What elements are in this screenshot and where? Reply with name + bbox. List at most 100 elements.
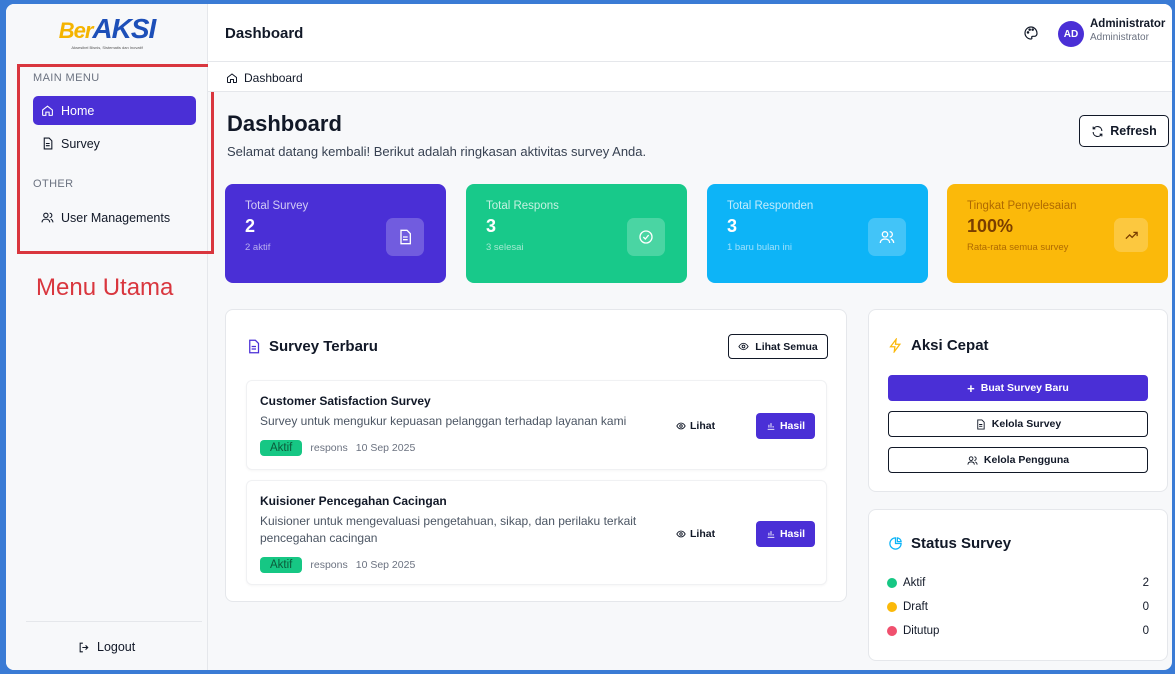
recent-surveys-title: Survey Terbaru	[246, 338, 378, 355]
users-icon	[868, 218, 906, 256]
pie-chart-icon	[889, 537, 902, 550]
logo-main-text: AKSI	[92, 13, 156, 44]
palette-icon[interactable]	[1023, 25, 1039, 41]
document-icon	[977, 418, 985, 430]
sidebar-item-home[interactable]: Home	[33, 96, 196, 125]
sidebar: BerAKSI Aksesibel Bisnis, Sistematis dan…	[6, 4, 208, 670]
view-all-label: Lihat Semua	[755, 340, 818, 353]
create-survey-label: Buat Survey Baru	[980, 382, 1069, 394]
status-dot	[887, 578, 897, 588]
view-label: Lihat	[690, 528, 716, 540]
logout-icon	[79, 642, 89, 652]
create-survey-button[interactable]: + Buat Survey Baru	[888, 375, 1148, 401]
stat-label: Tingkat Penyelesaian	[967, 200, 1077, 212]
home-icon	[42, 105, 53, 116]
sidebar-item-label: Survey	[61, 136, 100, 151]
survey-description: Survey untuk mengukur kepuasan pelanggan…	[260, 414, 627, 428]
status-row-draft: Draft 0	[887, 601, 1149, 613]
survey-date: 10 Sep 2025	[355, 559, 416, 571]
survey-date: 10 Sep 2025	[355, 442, 416, 454]
logout-button[interactable]: Logout	[78, 640, 135, 654]
logo-tagline: Aksesibel Bisnis, Sistematis dan Inovati…	[71, 45, 143, 50]
plus-icon: +	[967, 380, 975, 396]
stat-card-total-respons: Total Respons 3 3 selesai	[466, 184, 687, 283]
home-icon	[227, 73, 237, 83]
stat-label: Total Responden	[727, 200, 814, 212]
manage-survey-label: Kelola Survey	[991, 418, 1062, 430]
stat-card-tingkat-penyelesaian: Tingkat Penyelesaian 100% Rata-rata semu…	[947, 184, 1168, 283]
users-icon	[41, 212, 54, 223]
page-title: Dashboard	[227, 111, 342, 136]
status-count: 0	[1142, 601, 1149, 613]
status-survey-title: Status Survey	[888, 535, 1011, 552]
survey-description: Kuisioner untuk mengevaluasi pengetahuan…	[260, 514, 637, 545]
check-circle-icon	[627, 218, 665, 256]
manage-users-button[interactable]: Kelola Pengguna	[888, 447, 1148, 473]
sidebar-item-label: User Managements	[61, 210, 171, 225]
results-button[interactable]: Hasil	[756, 521, 815, 547]
other-label: OTHER	[33, 178, 74, 190]
survey-title: Kuisioner Pencegahan Cacingan	[260, 494, 447, 508]
survey-meta: Aktif respons 10 Sep 2025	[260, 557, 415, 573]
logout-label: Logout	[97, 640, 136, 654]
refresh-button[interactable]: Refresh	[1079, 115, 1169, 147]
logo-wordmark: BerAKSI	[58, 13, 157, 44]
status-label: Draft	[903, 601, 928, 613]
results-label: Hasil	[779, 528, 806, 540]
page-subtitle: Selamat datang kembali! Berikut adalah r…	[227, 144, 647, 159]
eye-icon	[676, 530, 686, 538]
recent-surveys-card: Survey Terbaru Lihat Semua Customer Sati…	[225, 309, 847, 602]
annotation-label: Menu Utama	[36, 274, 174, 301]
bar-chart-icon	[767, 531, 775, 538]
divider	[26, 621, 202, 622]
manage-users-label: Kelola Pengguna	[983, 454, 1070, 466]
lightning-icon	[889, 338, 902, 353]
main-menu-label: MAIN MENU	[33, 72, 100, 84]
sidebar-item-user-managements[interactable]: User Managements	[33, 203, 196, 232]
status-row-aktif: Aktif 2	[887, 577, 1149, 589]
status-survey-title-text: Status Survey	[911, 535, 1012, 552]
view-button[interactable]: Lihat	[676, 420, 715, 432]
response-count: respons	[310, 559, 348, 571]
list-item[interactable]: Kuisioner Pencegahan Cacingan Kuisioner …	[246, 480, 827, 585]
stat-label: Total Survey	[245, 200, 309, 212]
avatar[interactable]: AD	[1058, 21, 1084, 47]
view-button[interactable]: Lihat	[676, 528, 715, 540]
refresh-label: Refresh	[1110, 124, 1157, 138]
quick-actions-card: Aksi Cepat + Buat Survey Baru Kelola Sur…	[868, 309, 1168, 492]
survey-title: Customer Satisfaction Survey	[260, 394, 431, 408]
document-icon	[43, 137, 53, 150]
stat-label: Total Respons	[486, 200, 559, 212]
trending-up-icon	[1114, 218, 1148, 252]
results-button[interactable]: Hasil	[756, 413, 815, 439]
list-item[interactable]: Customer Satisfaction Survey Survey untu…	[246, 380, 827, 470]
logo-prefix: Ber	[58, 18, 94, 43]
recent-surveys-title-text: Survey Terbaru	[269, 338, 378, 355]
top-bar: Dashboard AD Administrator Administrator	[208, 4, 1172, 62]
users-icon	[967, 455, 978, 465]
quick-actions-title-text: Aksi Cepat	[911, 337, 989, 354]
breadcrumb-bar: Dashboard	[208, 62, 1172, 92]
stat-card-total-responden: Total Responden 3 1 baru bulan ini	[707, 184, 928, 283]
view-all-button[interactable]: Lihat Semua	[728, 334, 828, 359]
status-label: Aktif	[903, 577, 926, 589]
sidebar-item-label: Home	[61, 103, 95, 118]
status-row-ditutup: Ditutup 0	[887, 625, 1149, 637]
manage-survey-button[interactable]: Kelola Survey	[888, 411, 1148, 437]
app-window: BerAKSI Aksesibel Bisnis, Sistematis dan…	[6, 4, 1172, 670]
status-count: 2	[1142, 577, 1149, 589]
header-title: Dashboard	[225, 25, 304, 42]
logo[interactable]: BerAKSI Aksesibel Bisnis, Sistematis dan…	[6, 4, 208, 62]
status-badge: Aktif	[260, 557, 303, 573]
sidebar-item-survey[interactable]: Survey	[33, 129, 196, 158]
view-label: Lihat	[690, 420, 716, 432]
eye-icon	[738, 342, 749, 351]
breadcrumb[interactable]: Dashboard	[226, 71, 303, 85]
status-count: 0	[1142, 625, 1149, 637]
stat-card-total-survey: Total Survey 2 2 aktif	[225, 184, 446, 283]
status-badge: Aktif	[260, 440, 303, 456]
document-icon	[249, 339, 260, 354]
survey-meta: Aktif respons 10 Sep 2025	[260, 440, 415, 456]
status-survey-card: Status Survey Aktif 2 Draft 0 Ditutup 0	[868, 509, 1168, 661]
breadcrumb-label: Dashboard	[244, 71, 303, 85]
